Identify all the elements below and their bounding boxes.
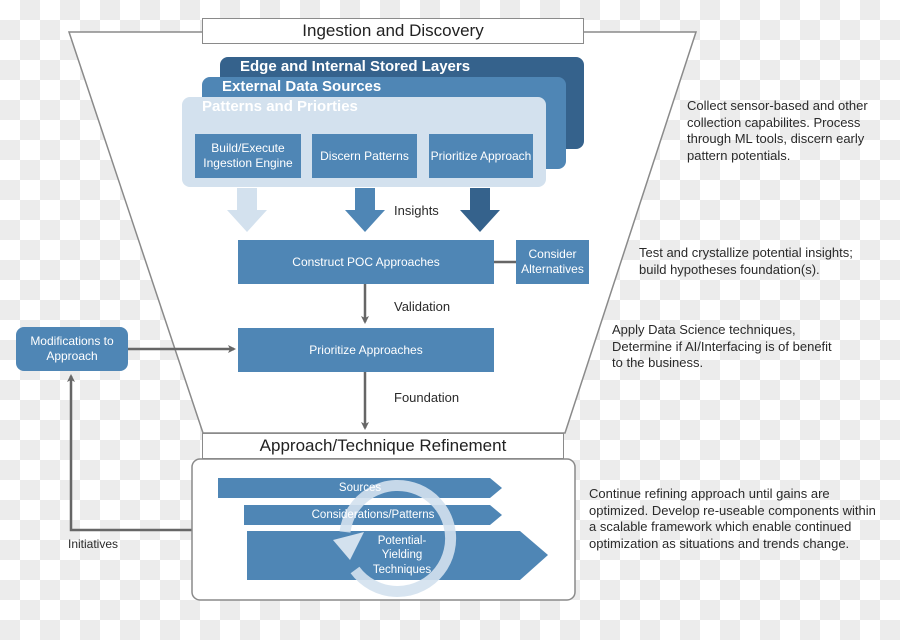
initiatives-arrow: [67, 374, 192, 532]
label-insights: Insights: [394, 203, 439, 218]
step-prioritize-approach[interactable]: Prioritize Approach: [429, 134, 533, 178]
stage-title-refinement: Approach/Technique Refinement: [202, 433, 564, 459]
chevron-label-considerations: Considerations/Patterns: [311, 508, 435, 521]
step-discern-patterns[interactable]: Discern Patterns: [312, 134, 417, 178]
node-consider-alternatives[interactable]: Consider Alternatives: [516, 240, 589, 284]
label-foundation: Foundation: [394, 390, 460, 405]
label-initiatives: Initiatives: [68, 537, 119, 551]
step-build-execute[interactable]: Build/Execute Ingestion Engine: [195, 134, 301, 178]
label-validation: Validation: [394, 299, 451, 314]
description-poc: Test and crystallize potential insights;…: [639, 245, 853, 277]
description-ingestion: Collect sensor-based and other collectio…: [687, 98, 868, 163]
stage-title-ingestion: Ingestion and Discovery: [202, 18, 584, 44]
description-prioritize: Apply Data Science techniques, Determine…: [612, 322, 832, 370]
description-refinement: Continue refining approach until gains a…: [589, 486, 876, 551]
node-modifications[interactable]: Modifications to Approach: [16, 327, 128, 371]
chevron-label-sources: Sources: [338, 481, 382, 494]
node-construct-poc[interactable]: Construct POC Approaches: [238, 240, 494, 284]
chevron-label-techniques: Potential-Yielding Techniques: [372, 534, 432, 576]
node-prioritize-approaches[interactable]: Prioritize Approaches: [238, 328, 494, 372]
